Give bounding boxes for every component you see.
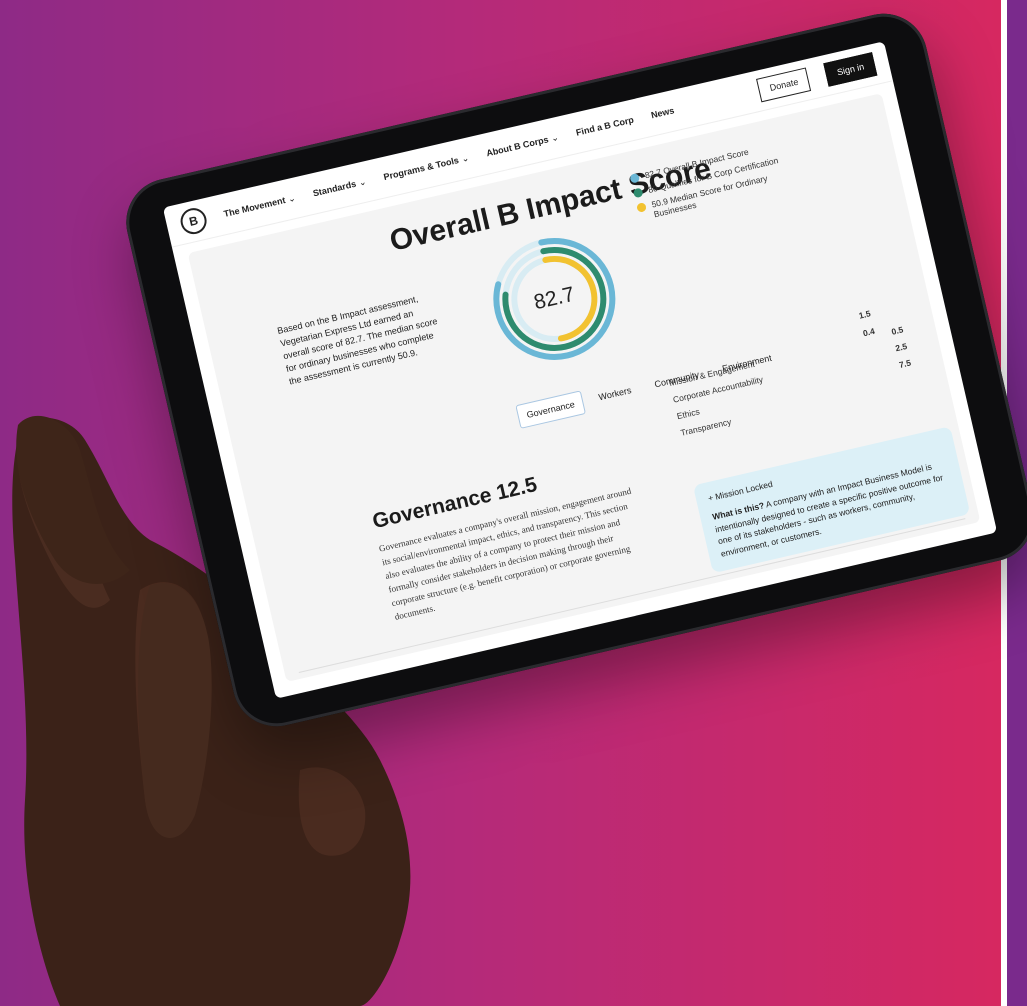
nav-item-news[interactable]: News — [650, 105, 675, 120]
nav-item-standards[interactable]: Standards⌄ — [312, 176, 368, 199]
nav-item-the-movement[interactable]: The Movement⌄ — [223, 192, 297, 219]
metric-label: Transparency — [679, 416, 733, 438]
b-corp-logo[interactable]: B — [178, 205, 210, 237]
nav-label: Standards — [311, 178, 357, 198]
nav-label: The Movement — [222, 194, 287, 219]
metric-label: Ethics — [675, 406, 701, 422]
metric-value: 1.5 — [857, 308, 872, 321]
legend-dot-icon — [632, 187, 644, 199]
tab-governance[interactable]: Governance — [515, 390, 587, 429]
score-legend: 82.7 Overall B Impact Score 80 Qualifies… — [629, 138, 797, 228]
nav-label: About B Corps — [485, 133, 550, 158]
chevron-down-icon: ⌄ — [286, 192, 297, 204]
metric-value: 0.5 — [890, 324, 905, 337]
overall-score-value: 82.7 — [531, 282, 577, 315]
nav-item-find-a-b-corp[interactable]: Find a B Corp — [575, 115, 635, 138]
tab-workers[interactable]: Workers — [588, 377, 641, 411]
metric-value: 2.5 — [894, 340, 909, 354]
governance-metrics: Mission & Engagement 0.5 Corporate Accou… — [668, 324, 917, 444]
score-ring: 82.7 — [476, 221, 632, 377]
nav-item-programs-tools[interactable]: Programs & Tools⌄ — [382, 152, 470, 182]
metric-value: 7.5 — [898, 357, 912, 370]
sign-in-button[interactable]: Sign in — [823, 52, 878, 87]
nav-item-about-b-corps[interactable]: About B Corps⌄ — [485, 131, 560, 158]
chevron-down-icon: ⌄ — [357, 175, 368, 188]
score-summary-text: Based on the B Impact assessment, Vegeta… — [276, 293, 439, 387]
donate-button[interactable]: Donate — [756, 67, 812, 103]
legend-dot-icon — [629, 172, 641, 184]
metric-value — [913, 374, 915, 384]
nav-spacer — [692, 95, 742, 107]
mission-locked-callout: + Mission Locked What is this? A company… — [692, 426, 971, 574]
legend-dot-icon — [636, 202, 647, 213]
nav-label: Programs & Tools — [382, 154, 460, 182]
chevron-down-icon: ⌄ — [460, 152, 470, 164]
chevron-down-icon: ⌄ — [549, 131, 560, 143]
